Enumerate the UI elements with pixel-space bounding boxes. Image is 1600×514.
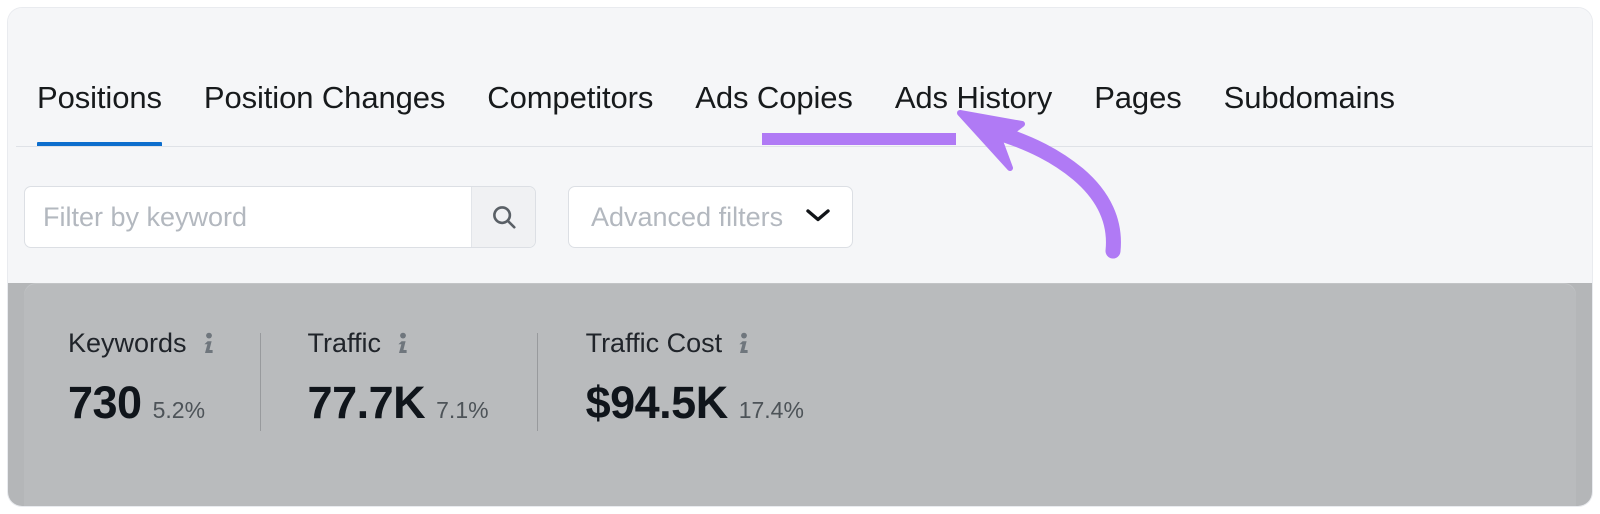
tab-label: Position Changes: [203, 80, 446, 115]
metric-label: Keywords: [68, 327, 187, 358]
tab-list: Positions Position Changes Competitors Ads …: [16, 8, 1416, 147]
info-icon[interactable]: [394, 332, 410, 354]
info-icon[interactable]: [735, 332, 751, 354]
advanced-filters-label: Advanced filters: [591, 201, 784, 232]
metric-value: 77.7K: [307, 377, 426, 428]
metric-header: Traffic: [308, 328, 489, 358]
metric-value: $94.5K: [585, 377, 729, 428]
tab-position-changes[interactable]: Position Changes: [183, 82, 466, 147]
advanced-filters-button[interactable]: Advanced filters: [568, 186, 854, 248]
metrics-list: Keywords 730 5.2% Traffic 77.7K 7.1% Traffic C…: [24, 283, 852, 506]
filter-row: Advanced filters: [8, 147, 1592, 283]
chevron-down-icon: [805, 207, 831, 228]
metric-label: Traffic Cost: [585, 327, 723, 358]
metric-delta: 5.2%: [152, 397, 206, 423]
tab-label: Subdomains: [1223, 80, 1395, 115]
metric-label: Traffic: [307, 327, 382, 358]
keyword-filter-group: [24, 186, 536, 248]
tab-ads-copies[interactable]: Ads Copies: [674, 82, 874, 147]
search-button[interactable]: [471, 187, 535, 247]
metrics-outer-band: Keywords 730 5.2% Traffic 77.7K 7.1% Traffic C…: [8, 283, 1592, 506]
tab-label: Ads History: [894, 80, 1053, 115]
content-card: Positions Position Changes Competitors Ads …: [8, 8, 1592, 506]
tab-label: Positions: [37, 80, 162, 115]
metric-value-row: 730 5.2%: [68, 380, 216, 425]
metric-delta: 17.4%: [738, 397, 804, 423]
tab-label: Competitors: [487, 80, 654, 115]
metrics-panel: Keywords 730 5.2% Traffic 77.7K 7.1% Traffic C…: [24, 283, 1576, 506]
metric-keywords: Keywords 730 5.2%: [24, 283, 260, 506]
search-icon: [489, 202, 519, 232]
search-input[interactable]: [25, 187, 471, 247]
metric-traffic: Traffic 77.7K 7.1%: [261, 283, 537, 506]
metric-value-row: 77.7K 7.1%: [308, 380, 489, 425]
metric-value: 730: [68, 377, 142, 428]
info-icon[interactable]: [200, 332, 216, 354]
tab-label: Ads Copies: [695, 80, 853, 115]
tab-bar: Positions Position Changes Competitors Ads …: [8, 8, 1592, 147]
screenshot-root: Positions Position Changes Competitors Ads …: [0, 0, 1600, 514]
metric-value-row: $94.5K 17.4%: [586, 380, 804, 425]
tab-pages[interactable]: Pages: [1073, 82, 1202, 147]
tab-ads-history[interactable]: Ads History: [874, 82, 1073, 147]
metric-header: Keywords: [68, 328, 216, 358]
metric-delta: 7.1%: [436, 397, 489, 423]
tab-label: Pages: [1094, 80, 1182, 115]
tab-competitors[interactable]: Competitors: [466, 82, 674, 147]
tab-positions[interactable]: Positions: [16, 82, 183, 147]
tab-subdomains[interactable]: Subdomains: [1203, 82, 1416, 147]
metric-traffic-cost: Traffic Cost $94.5K 17.4%: [538, 283, 852, 506]
metric-header: Traffic Cost: [586, 328, 804, 358]
